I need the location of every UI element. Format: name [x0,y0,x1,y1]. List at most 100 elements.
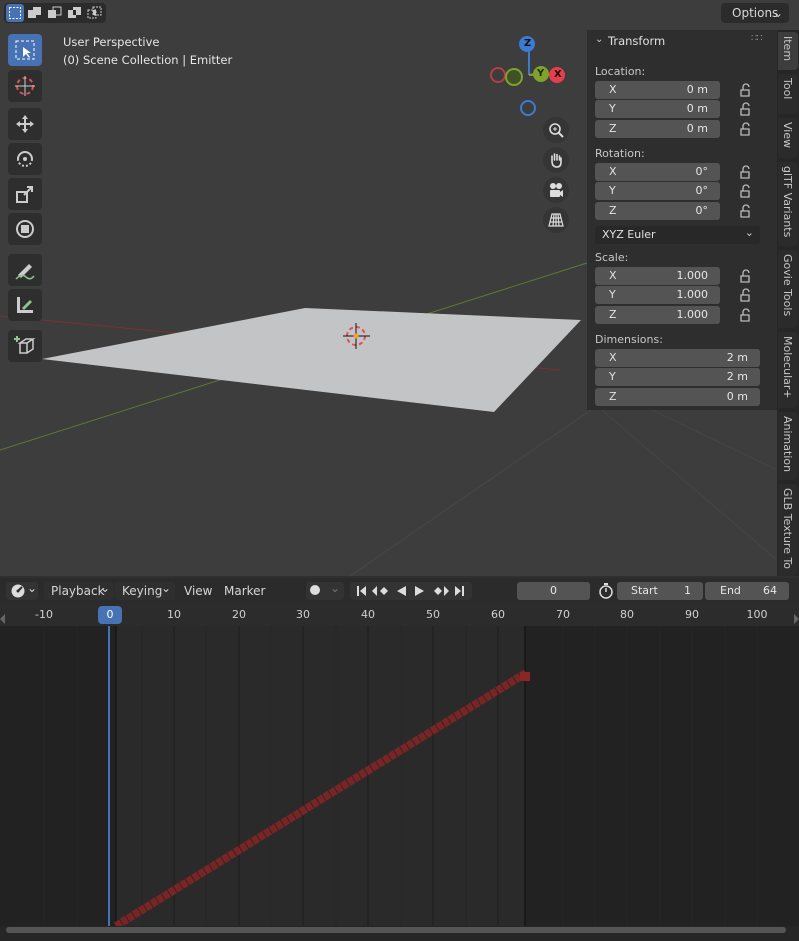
rotation-z-field[interactable]: Z 0° [595,202,720,220]
chevron-down-icon[interactable]: ⌄ [595,34,603,45]
tab-label: Govie Tools [781,254,794,317]
scale-tool[interactable] [8,178,42,210]
end-value: 64 [763,584,777,597]
add-cube-tool[interactable] [8,330,42,362]
tab-gltf-variants[interactable]: glTF Variants [778,162,798,246]
dimensions-z-field[interactable]: Z 0 m [595,388,760,406]
location-z-field[interactable]: Z 0 m [595,120,720,138]
move-icon [16,115,34,133]
keying-menu[interactable]: Keying ⌄ [115,581,175,600]
menu-label: Keying [122,584,163,598]
rotation-x-field[interactable]: X 0° [595,163,720,181]
end-frame-field[interactable]: End 64 [705,582,789,600]
rotate-tool[interactable] [8,143,42,175]
tab-animation[interactable]: Animation [778,412,798,480]
playback-controls [350,582,472,600]
annotate-tool[interactable] [8,254,42,286]
jump-start-icon[interactable] [357,586,366,596]
tab-glb-texture[interactable]: GLB Texture To [778,484,798,576]
camera-view-button[interactable] [543,177,569,203]
location-y-field[interactable]: Y 0 m [595,100,720,118]
marker-menu[interactable]: Marker [224,582,265,600]
measure-tool[interactable] [8,289,42,321]
timeline-area[interactable] [0,626,799,926]
select-box-tool[interactable] [8,34,42,66]
camera-icon [550,183,563,197]
timeline-scrollbar[interactable] [0,926,799,941]
select-difference-button[interactable] [66,4,84,22]
stopwatch-icon[interactable] [597,582,615,600]
editor-type-button[interactable]: ⌄ [6,581,38,600]
field-value: 0° [695,184,709,197]
lock-icon[interactable] [738,83,752,97]
lock-icon[interactable] [738,269,752,283]
cursor-tool[interactable] [8,70,42,102]
field-value: 1.000 [676,269,709,282]
grid-perspective-icon [548,213,564,227]
scroll-left-icon[interactable] [0,614,5,624]
current-frame-field[interactable]: 0 [517,582,590,600]
auto-keying-toggle[interactable]: ⌄ [306,581,344,600]
tab-view[interactable]: View [778,118,798,158]
lock-icon[interactable] [738,122,752,136]
jump-end-icon[interactable] [455,586,464,596]
perspective-toggle-button[interactable] [543,207,569,233]
prev-keyframe-icon[interactable] [372,586,388,596]
tick-label: 20 [232,608,246,621]
zoom-button[interactable] [543,117,569,143]
scale-y-field[interactable]: Y 1.000 [595,286,720,304]
end-label: End [720,584,741,597]
start-frame-field[interactable]: Start 1 [617,582,703,600]
timeline-graph [0,626,799,926]
move-tool[interactable] [8,108,42,140]
scrollbar-thumb[interactable] [6,927,786,933]
dimensions-y-field[interactable]: Y 2 m [595,368,760,386]
scale-z-field[interactable]: Z 1.000 [595,306,720,324]
chevron-down-icon: ⌄ [99,581,110,595]
transform-tool[interactable] [8,213,42,245]
field-value: 0° [695,204,709,217]
tick-label: 100 [746,608,768,621]
tab-item[interactable]: Item [778,32,798,70]
panel-title[interactable]: Transform [608,34,665,48]
playback-menu[interactable]: Playback ⌄ [44,581,114,600]
lock-icon[interactable] [738,288,752,302]
location-label: Location: [595,65,646,78]
location-x-field[interactable]: X 0 m [595,81,720,99]
options-dropdown[interactable]: Options ⌄ [721,3,789,23]
play-reverse-icon[interactable] [397,586,406,596]
view-menu[interactable]: View [184,582,212,600]
lock-icon[interactable] [738,308,752,322]
play-icon[interactable] [415,586,424,596]
rotation-mode-select[interactable]: XYZ Euler ⌄ [595,226,760,244]
axis-label: X [609,165,617,178]
scale-label: Scale: [595,251,629,264]
frame-ruler[interactable]: -10 10 20 30 40 50 60 70 80 90 100 0 [0,604,799,626]
select-new-button[interactable] [6,4,24,22]
pan-button[interactable] [543,147,569,173]
lock-icon[interactable] [738,102,752,116]
chevron-down-icon: ⌄ [772,6,783,20]
next-keyframe-icon[interactable] [434,586,449,596]
tick-label: 60 [491,608,505,621]
tab-govie-tools[interactable]: Govie Tools [778,250,798,328]
select-intersect-button[interactable] [86,4,104,22]
lock-icon[interactable] [738,165,752,179]
playhead-marker[interactable]: 0 [98,606,122,624]
rotation-y-field[interactable]: Y 0° [595,182,720,200]
scroll-right-icon[interactable] [794,614,799,624]
select-extend-button[interactable] [26,4,44,22]
field-value: 0 m [686,122,708,135]
tab-tool[interactable]: Tool [778,74,798,114]
drag-handle-icon[interactable]: ∷∷ [751,33,763,44]
tick-label: 70 [556,608,570,621]
options-label: Options [732,6,779,20]
select-subtract-button[interactable] [46,4,64,22]
chevron-down-icon: ⌄ [27,581,38,595]
dimensions-x-field[interactable]: X 2 m [595,349,760,367]
lock-icon[interactable] [738,204,752,218]
tab-molecular[interactable]: Molecular+ [778,332,798,408]
3d-viewport[interactable]: Z Y X Options ⌄ User Perspective (0) Sce… [0,0,799,576]
scale-x-field[interactable]: X 1.000 [595,267,720,285]
lock-icon[interactable] [738,184,752,198]
